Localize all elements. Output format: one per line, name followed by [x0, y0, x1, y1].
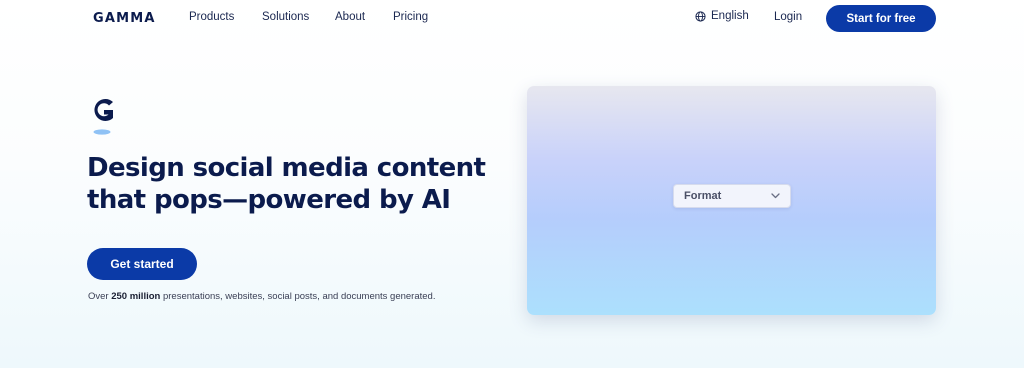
language-selector[interactable]: English	[695, 10, 749, 22]
format-label: Format	[684, 190, 722, 202]
chevron-down-icon	[771, 193, 780, 199]
usage-stat: Over 250 million presentations, websites…	[88, 291, 435, 302]
stat-prefix: Over	[88, 291, 112, 302]
start-for-free-button[interactable]: Start for free	[826, 5, 936, 32]
gamma-logo[interactable]: GAMMA	[93, 11, 156, 26]
nav-pricing[interactable]: Pricing	[393, 11, 428, 23]
headline-line-2: that pops—powered by AI	[87, 185, 451, 215]
headline-line-1: Design social media content	[87, 153, 486, 183]
hero-headline: Design social media content that pops—po…	[87, 152, 507, 216]
nav-products[interactable]: Products	[189, 11, 234, 23]
stat-value: 250 million	[111, 291, 161, 302]
nav-solutions[interactable]: Solutions	[262, 11, 309, 23]
stat-suffix: presentations, websites, social posts, a…	[160, 291, 436, 302]
language-label: English	[711, 10, 749, 22]
product-preview-card: Format	[527, 86, 936, 315]
login-link[interactable]: Login	[774, 11, 802, 23]
get-started-button[interactable]: Get started	[87, 248, 197, 280]
gamma-g-icon	[93, 99, 113, 135]
nav-about[interactable]: About	[335, 11, 365, 23]
format-dropdown[interactable]: Format	[673, 184, 791, 208]
top-navigation: GAMMA Products Solutions About Pricing E…	[0, 0, 1024, 36]
globe-icon	[695, 10, 706, 22]
